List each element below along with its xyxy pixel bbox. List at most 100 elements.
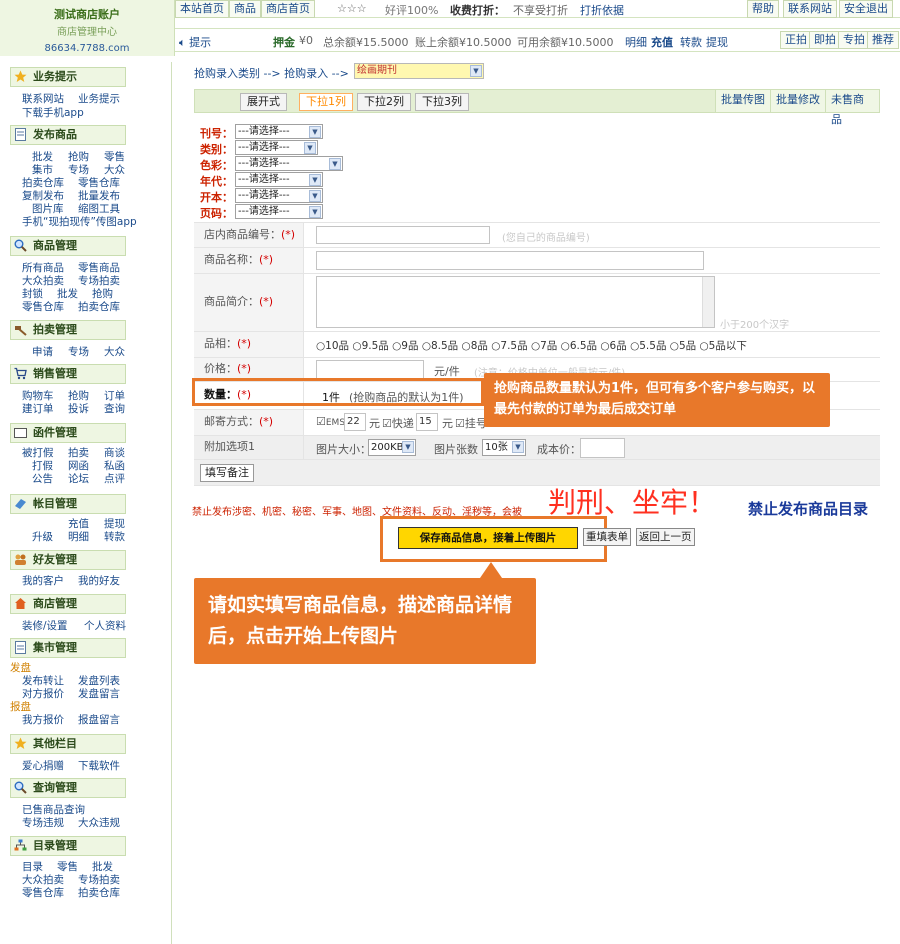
batch-upload-images-button[interactable]: 批量传图 (715, 90, 770, 112)
sidebar-item-auction-warehouse[interactable]: 拍卖仓库 (22, 177, 64, 190)
img-count-select[interactable]: 10张 ▼ (482, 439, 526, 456)
nav-help[interactable]: 帮助 (747, 0, 779, 18)
save-and-upload-button[interactable]: 保存商品信息，接着上传图片 (398, 527, 578, 549)
sidebar-item-decorate[interactable]: 装修/设置 (22, 620, 68, 633)
nav-store-home[interactable]: 商店首页 (261, 0, 315, 18)
sidebar-item-mobile-upload[interactable]: 手机“现拍现传”传图app (22, 216, 137, 229)
sidebar-heading-publish[interactable]: 发布商品 (10, 125, 126, 145)
sidebar-item-web-letter[interactable]: 网函 (68, 460, 89, 473)
sidebar-heading-others[interactable]: 其他栏目 (10, 734, 126, 754)
sidebar-heading-search[interactable]: 查询管理 (10, 778, 126, 798)
tip-link[interactable]: 🔈︎ 提示 (179, 34, 211, 50)
sidebar-item-counterfeited[interactable]: 被打假 (22, 447, 54, 460)
link-transfer[interactable]: 转款 (680, 34, 702, 50)
registered-checkbox[interactable]: ☑挂号 (455, 415, 487, 431)
sidebar-item-cart[interactable]: 购物车 (22, 390, 54, 403)
link-withdraw[interactable]: 提现 (706, 34, 728, 50)
sidebar-item-download[interactable]: 下载软件 (78, 760, 120, 773)
sidebar-heading-sales[interactable]: 销售管理 (10, 364, 126, 384)
category-select[interactable]: 绘画期刊 ▼ (354, 63, 484, 79)
store-logo[interactable]: 测试商店账户 商店管理中心 86634.7788.com (0, 0, 175, 56)
filter-color-select[interactable]: ---请选择--- ▼ (235, 156, 343, 171)
sidebar-item-goods-auction-warehouse[interactable]: 拍卖仓库 (78, 301, 120, 314)
nav-site-home[interactable]: 本站首页 (175, 0, 229, 18)
sidebar-item-image-library[interactable]: 图片库 (32, 203, 64, 216)
sidebar-item-upgrade[interactable]: 升级 (32, 531, 53, 544)
sidebar-item-thumbnail-tool[interactable]: 缩图工具 (78, 203, 120, 216)
banned-catalog-link[interactable]: 禁止发布商品目录 (748, 498, 868, 519)
nav-recommend[interactable]: 推荐 (867, 31, 899, 49)
grade-option[interactable]: ○8品 (462, 340, 488, 352)
batch-edit-button[interactable]: 批量修改 (770, 90, 825, 112)
sidebar-item-mail-auction[interactable]: 拍卖 (68, 447, 89, 460)
sidebar-item-goods-wholesale[interactable]: 批发 (57, 288, 78, 301)
express-price-input[interactable]: 15 (416, 413, 438, 431)
ems-checkbox[interactable]: ☑EMS (316, 415, 345, 428)
sidebar-item-retail[interactable]: 零售 (104, 151, 125, 164)
sidebar-item-public[interactable]: 大众 (104, 164, 125, 177)
sidebar-item-public-violation[interactable]: 大众违规 (78, 817, 120, 830)
sidebar-item-retail-warehouse[interactable]: 零售仓库 (78, 177, 120, 190)
sidebar-item-acct-withdraw[interactable]: 提现 (104, 518, 125, 531)
sidebar-item-wholesale[interactable]: 批发 (32, 151, 53, 164)
sidebar-item-copy-publish[interactable]: 复制发布 (22, 190, 64, 203)
link-details[interactable]: 明细 (625, 34, 647, 50)
sidebar-item-all-goods[interactable]: 所有商品 (22, 262, 64, 275)
sidebar-item-public-auction[interactable]: 大众拍卖 (22, 275, 64, 288)
filter-pages-select[interactable]: ---请选择--- ▼ (235, 204, 323, 219)
sidebar-item-forum[interactable]: 论坛 (68, 473, 89, 486)
grade-option[interactable]: ○9品 (392, 340, 418, 352)
grade-option[interactable]: ○7品 (531, 340, 557, 352)
back-button[interactable]: 返回上一页 (636, 528, 695, 546)
img-size-select[interactable]: 200KB ▼ (368, 439, 416, 456)
intro-scrollbar[interactable] (702, 277, 714, 327)
sidebar-heading-auction[interactable]: 拍卖管理 (10, 320, 126, 340)
cost-input[interactable] (580, 438, 625, 458)
grade-option[interactable]: ○6品 (600, 340, 626, 352)
sidebar-item-catalog-wholesale[interactable]: 批发 (92, 861, 113, 874)
sidebar-item-sold-query[interactable]: 已售商品查询 (22, 804, 85, 817)
sidebar-heading-business-tips[interactable]: 业务提示 (10, 67, 126, 87)
sidebar-item-auction-special[interactable]: 专场 (68, 346, 89, 359)
sidebar-item-catalog-retail-warehouse[interactable]: 零售仓库 (22, 887, 64, 900)
filter-format-select[interactable]: ---请选择--- ▼ (235, 188, 323, 203)
sidebar-item-notice[interactable]: 公告 (32, 473, 53, 486)
sidebar-item-acct-transfer[interactable]: 转款 (104, 531, 125, 544)
sidebar-item-donate[interactable]: 爱心捐赠 (22, 760, 64, 773)
filter-issue-select[interactable]: ---请选择--- ▼ (235, 124, 323, 139)
sidebar-item-contact[interactable]: 联系网站 (22, 93, 64, 106)
sidebar-item-catalog[interactable]: 目录 (22, 861, 43, 874)
grade-option[interactable]: ○5品以下 (700, 340, 747, 352)
nav-goods[interactable]: 商品 (229, 0, 261, 18)
sidebar-item-offer-list[interactable]: 发盘列表 (78, 675, 120, 688)
nav-contact[interactable]: 联系网站 (783, 0, 837, 18)
sidebar-item-review[interactable]: 点评 (104, 473, 125, 486)
nav-special-auction[interactable]: 专拍 (838, 31, 870, 49)
sidebar-heading-goods[interactable]: 商品管理 (10, 236, 126, 256)
sidebar-item-tips[interactable]: 业务提示 (78, 93, 120, 106)
sidebar-item-catalog-special-auction[interactable]: 专场拍卖 (78, 874, 120, 887)
sidebar-item-report-fake[interactable]: 打假 (32, 460, 53, 473)
sidebar-heading-catalog[interactable]: 目录管理 (10, 836, 126, 856)
sidebar-item-my-friends[interactable]: 我的好友 (78, 575, 120, 588)
sidebar-item-market[interactable]: 集市 (32, 164, 53, 177)
sidebar-item-bid-messages[interactable]: 报盘留言 (78, 714, 120, 727)
sidebar-item-negotiation[interactable]: 商谈 (104, 447, 125, 460)
intro-textarea[interactable] (316, 276, 715, 328)
sidebar-heading-bazaar[interactable]: 集市管理 (10, 638, 126, 658)
tab-expanded[interactable]: 展开式 (240, 93, 287, 111)
sidebar-item-query[interactable]: 查询 (104, 403, 125, 416)
link-recharge[interactable]: 充值 (651, 34, 673, 50)
sidebar-item-complaint[interactable]: 投诉 (68, 403, 89, 416)
nav-normal-auction[interactable]: 正拍 (780, 31, 812, 49)
sidebar-item-locked[interactable]: 封锁 (22, 288, 43, 301)
sidebar-item-retail-goods[interactable]: 零售商品 (78, 262, 120, 275)
tab-dropdown-1[interactable]: 下拉1列 (299, 93, 353, 111)
sidebar-item-their-quotes[interactable]: 对方报价 (22, 688, 64, 701)
sidebar-item-acct-recharge[interactable]: 充值 (68, 518, 89, 531)
sidebar-item-apply[interactable]: 申请 (32, 346, 53, 359)
sidebar-item-our-quotes[interactable]: 我方报价 (22, 714, 64, 727)
grade-option[interactable]: ○7.5品 (491, 340, 527, 352)
sidebar-heading-accounts[interactable]: 帐目管理 (10, 494, 126, 514)
sidebar-item-catalog-auction-warehouse[interactable]: 拍卖仓库 (78, 887, 120, 900)
